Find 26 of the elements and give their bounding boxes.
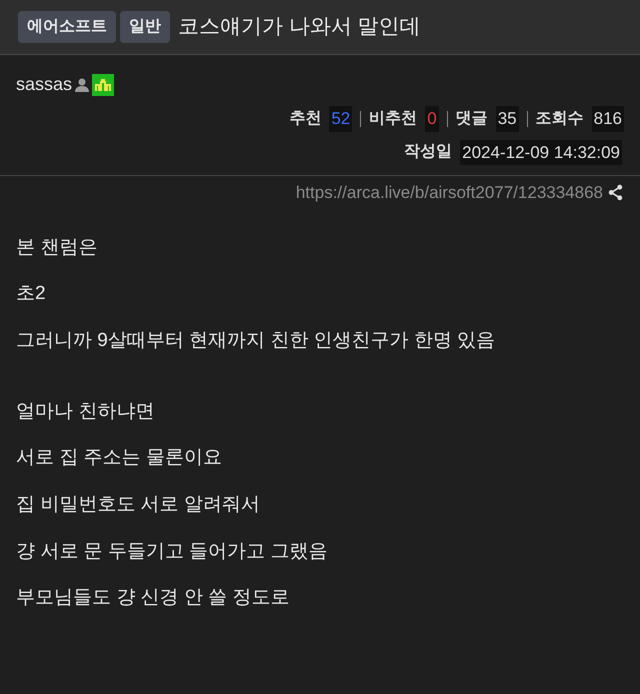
post-title: 코스얘기가 나와서 말인데 <box>178 14 421 40</box>
post-url[interactable]: https://arca.live/b/airsoft2077/123334868 <box>296 180 603 206</box>
body-text: 서로 집 주소는 물론이요 <box>16 446 223 470</box>
stat-label: 댓글 <box>456 108 488 129</box>
date-label: 작성일 <box>404 142 452 162</box>
stat-label: 추천 <box>289 108 322 129</box>
date-value: 2024-12-09 14:32:09 <box>460 140 622 165</box>
stat-label: 비추천 <box>369 108 418 129</box>
stat-value: 52 <box>329 106 352 132</box>
stat-value: 0 <box>425 106 439 132</box>
stat-value: 816 <box>592 106 624 132</box>
share-icon[interactable] <box>607 184 624 202</box>
user-icon <box>74 76 90 92</box>
body-text: 집 비밀번호도 서로 알려줘서 <box>16 492 261 517</box>
body-text: 초2 <box>16 282 47 306</box>
stat-value: 35 <box>496 106 519 132</box>
body-text: 얼마나 친하냐면 <box>16 400 156 424</box>
category-tag[interactable]: 일반 <box>120 11 170 43</box>
body-text: 부모님들도 걍 신경 안 쓸 정도로 <box>16 586 290 610</box>
body-text: 걍 서로 문 두들기고 들어가고 그랬음 <box>16 540 328 564</box>
badge-icon <box>92 74 114 96</box>
category-tag[interactable]: 에어소프트 <box>18 11 116 43</box>
author-name[interactable]: sassas <box>16 71 72 98</box>
body-text: 그러니까 9살때부터 현재까지 친한 인생친구가 한명 있음 <box>16 328 496 353</box>
stat-label: 조회수 <box>536 108 584 129</box>
body-text: 본 챈럼은 <box>16 236 98 260</box>
